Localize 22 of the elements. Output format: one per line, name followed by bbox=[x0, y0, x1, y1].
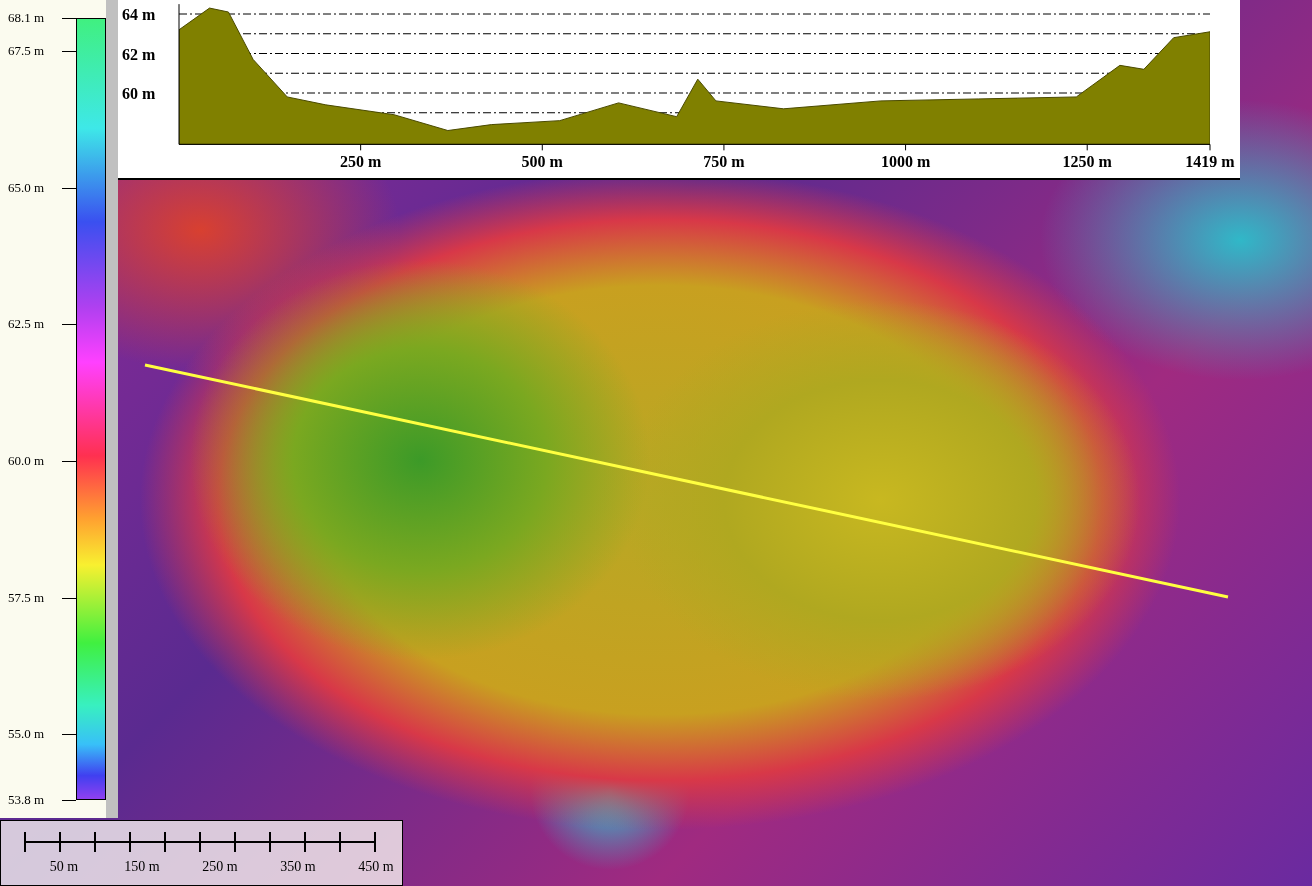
legend-label: 60.0 m bbox=[8, 453, 45, 468]
legend-label: 68.1 m bbox=[8, 11, 45, 25]
scale-label: 150 m bbox=[124, 859, 160, 875]
y-tick-label: 60 m bbox=[122, 85, 156, 102]
x-tick-label: 1419 m bbox=[1185, 153, 1235, 171]
legend-label: 55.0 m bbox=[8, 727, 45, 742]
legend-label: 53.8 m bbox=[8, 793, 45, 807]
legend-label: 62.5 m bbox=[8, 317, 45, 332]
scale-label: 350 m bbox=[280, 859, 316, 875]
x-tick-label: 750 m bbox=[703, 153, 745, 171]
x-tick-label: 250 m bbox=[340, 153, 382, 171]
legend-label: 57.5 m bbox=[8, 590, 45, 605]
legend-label: 65.0 m bbox=[8, 180, 45, 195]
y-tick-label: 62 m bbox=[122, 45, 156, 63]
legend-label: 67.5 m bbox=[8, 43, 45, 58]
x-tick-label: 500 m bbox=[521, 153, 563, 171]
x-tick-label: 1250 m bbox=[1062, 153, 1112, 171]
y-tick-label: 64 m bbox=[122, 6, 156, 23]
scale-label: 50 m bbox=[49, 859, 79, 875]
scale-label: 450 m bbox=[358, 859, 394, 875]
scale-label: 250 m bbox=[202, 859, 238, 875]
x-tick-label: 1000 m bbox=[880, 153, 931, 171]
